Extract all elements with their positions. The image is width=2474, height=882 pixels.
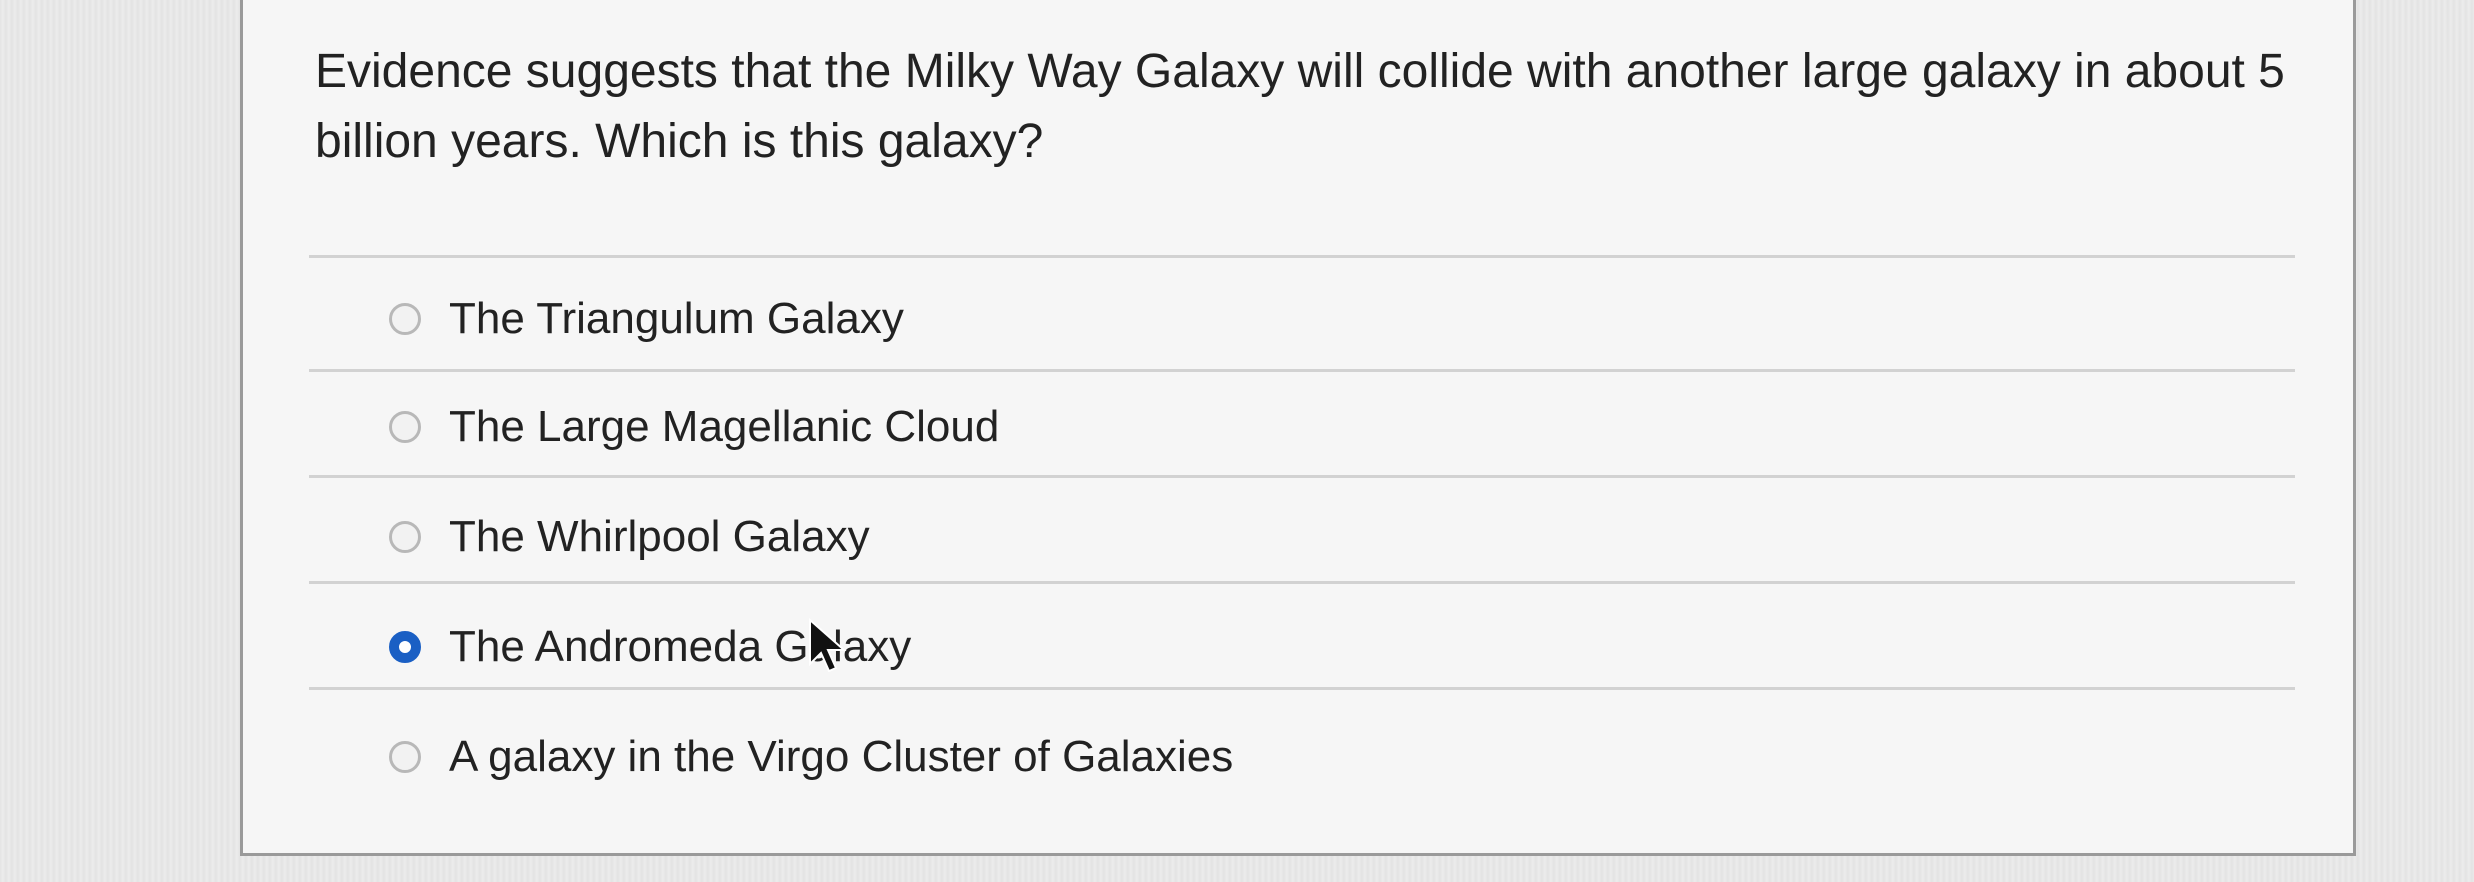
answer-option-triangulum[interactable]: The Triangulum Galaxy <box>309 269 2295 369</box>
answer-option-virgo-cluster[interactable]: A galaxy in the Virgo Cluster of Galaxie… <box>309 707 2295 807</box>
question-card: Evidence suggests that the Milky Way Gal… <box>240 0 2356 856</box>
radio-button-icon[interactable] <box>389 303 421 335</box>
answer-label: The Large Magellanic Cloud <box>449 402 1000 451</box>
radio-button-icon[interactable] <box>389 741 421 773</box>
question-text: Evidence suggests that the Milky Way Gal… <box>315 45 2285 168</box>
radio-button-icon[interactable] <box>389 411 421 443</box>
divider <box>309 255 2295 258</box>
answer-label: A galaxy in the Virgo Cluster of Galaxie… <box>449 732 1234 781</box>
divider <box>309 369 2295 372</box>
answer-option-large-magellanic-cloud[interactable]: The Large Magellanic Cloud <box>309 377 2295 477</box>
answer-label: The Triangulum Galaxy <box>449 294 904 343</box>
answer-option-whirlpool[interactable]: The Whirlpool Galaxy <box>309 487 2295 587</box>
screen: Evidence suggests that the Milky Way Gal… <box>0 0 2474 882</box>
answer-option-andromeda[interactable]: The Andromeda Galaxy <box>309 597 2295 697</box>
divider <box>309 581 2295 584</box>
mouse-pointer-icon <box>809 618 847 673</box>
divider <box>309 687 2295 690</box>
radio-button-icon[interactable] <box>389 521 421 553</box>
divider <box>309 475 2295 478</box>
answer-label: The Whirlpool Galaxy <box>449 512 870 561</box>
radio-button-selected-icon[interactable] <box>389 631 421 663</box>
